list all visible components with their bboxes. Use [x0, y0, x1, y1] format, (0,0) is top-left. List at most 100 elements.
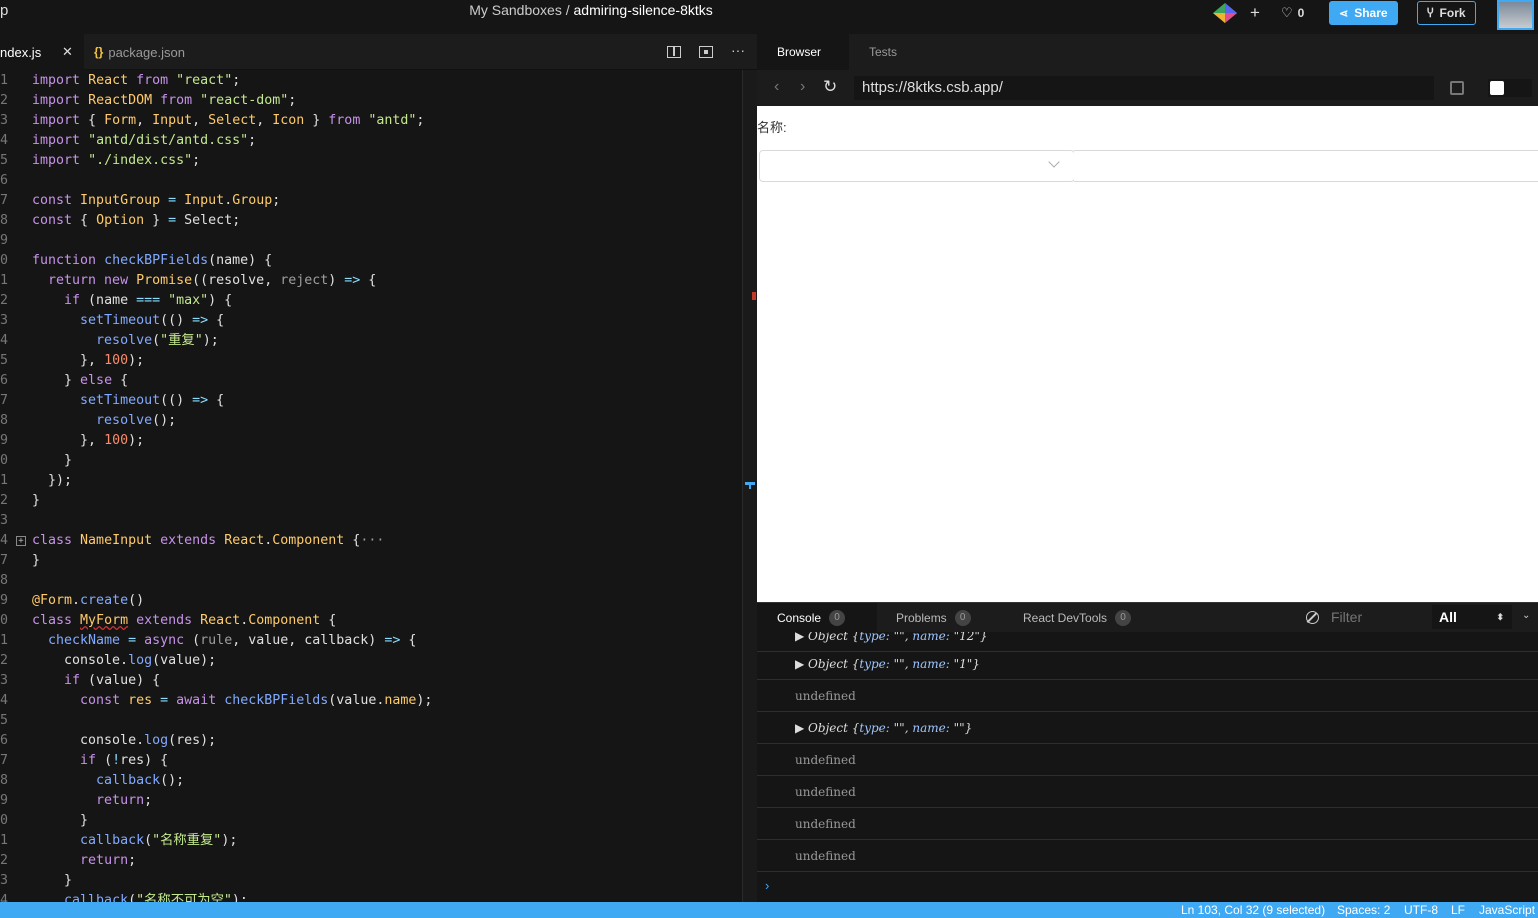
code-line[interactable]: 7 const InputGroup = Input.Group; — [0, 191, 742, 211]
share-button[interactable]: ⋖ Share — [1329, 0, 1398, 26]
indentation[interactable]: Spaces: 2 — [1337, 903, 1390, 917]
preview-toggle-icon[interactable] — [699, 46, 713, 58]
code-line[interactable]: 1 import React from "react"; — [0, 71, 742, 91]
object-entry[interactable]: ▶ Object {type: "", name: ""} — [795, 712, 972, 744]
code-line[interactable]: 8 const { Option } = Select; — [0, 211, 742, 231]
line-number: 7 — [0, 193, 9, 208]
tab-react-devtools[interactable]: React DevTools 0 — [1023, 603, 1132, 632]
forward-icon[interactable]: › — [800, 78, 805, 96]
code-line[interactable]: 4 + class NameInput extends React.Componen… — [0, 531, 742, 551]
line-ending[interactable]: LF — [1451, 903, 1465, 917]
sandbox-name[interactable]: admiring-silence-8ktks — [574, 2, 713, 18]
code-line[interactable]: 7} — [0, 551, 742, 571]
code-line[interactable]: 5 import "./index.css"; — [0, 151, 742, 171]
code-line[interactable]: 2 return; — [0, 851, 742, 871]
back-icon[interactable]: ‹ — [774, 78, 779, 96]
code-line[interactable]: 0 class MyForm extends React.Component { — [0, 611, 742, 631]
avatar[interactable] — [1497, 0, 1534, 30]
chevron-down-icon[interactable]: ⌄ — [1522, 610, 1530, 621]
code-line[interactable]: 0 } — [0, 451, 742, 471]
clear-console-icon[interactable] — [1306, 611, 1319, 624]
language-mode[interactable]: JavaScript — [1479, 903, 1535, 917]
close-icon[interactable]: ✕ — [62, 44, 73, 60]
code-line[interactable]: 0 function checkBPFields(name) { — [0, 251, 742, 271]
code-line[interactable]: 3 import { Form, Input, Select, Icon } fr… — [0, 111, 742, 131]
code-line[interactable]: 4 import "antd/dist/antd.css"; — [0, 131, 742, 151]
code-line[interactable]: 2} — [0, 491, 742, 511]
like-button[interactable]: ♡ 0 — [1281, 0, 1304, 26]
code-line[interactable]: 9 return; — [0, 791, 742, 811]
code-line[interactable]: 6 console.log(res); — [0, 731, 742, 751]
code-line[interactable]: 6 — [0, 171, 742, 191]
object-entry[interactable]: ▶ Object {type: "", name: "1"} — [795, 648, 980, 680]
name-value: "" — [953, 721, 965, 735]
line-number: 1 — [0, 633, 9, 648]
undefined-entry: undefined — [795, 753, 856, 767]
code-line[interactable]: 4 const res = await checkBPFields(value.… — [0, 691, 742, 711]
undefined-entry: undefined — [795, 849, 856, 863]
type-select[interactable] — [759, 150, 1075, 182]
console-tabs: Console 0 Problems 0 React DevTools 0 All ⬍… — [757, 602, 1538, 632]
code-line[interactable]: 2 import ReactDOM from "react-dom"; — [0, 91, 742, 111]
code-line[interactable]: 8 resolve(); — [0, 411, 742, 431]
filter-input[interactable] — [1331, 607, 1431, 627]
code-line[interactable]: 9 — [0, 231, 742, 251]
breadcrumb[interactable]: My Sandboxes / — [469, 2, 573, 18]
code-line[interactable]: 4 resolve("重复"); — [0, 331, 742, 351]
encoding[interactable]: UTF-8 — [1404, 903, 1438, 917]
expand-fold-icon[interactable]: + — [16, 536, 26, 546]
editor-scrollbar[interactable] — [742, 70, 757, 902]
tab-browser[interactable]: Browser — [757, 34, 849, 70]
tab-tests[interactable]: Tests — [869, 34, 897, 70]
json-icon: {} — [94, 45, 104, 59]
cursor-position[interactable]: Ln 103, Col 32 (9 selected) — [1181, 903, 1325, 917]
code-line[interactable]: 3 setTimeout(() => { — [0, 311, 742, 331]
code-line[interactable]: 1 return new Promise((resolve, reject) =… — [0, 271, 742, 291]
code-line[interactable]: 8 — [0, 571, 742, 591]
code-line[interactable]: 4 callback("名称不可为空"); — [0, 891, 742, 902]
code-line[interactable]: 1 checkName = async (rule, value, callba… — [0, 631, 742, 651]
code-text: } — [32, 553, 41, 568]
line-number: 0 — [0, 613, 9, 628]
code-line[interactable]: 7 if (!res) { — [0, 751, 742, 771]
code-line[interactable]: 5 — [0, 711, 742, 731]
code-line[interactable]: 9 @Form.create() — [0, 591, 742, 611]
code-line[interactable]: 6 } else { — [0, 371, 742, 391]
fork-icon: Ⴤ — [1427, 7, 1434, 20]
console-prompt[interactable]: › — [765, 878, 769, 893]
code-line[interactable]: 7 setTimeout(() => { — [0, 391, 742, 411]
undefined-entry: undefined — [795, 817, 856, 831]
fork-button[interactable]: Ⴤ Fork — [1417, 0, 1476, 26]
level-select[interactable]: All ⬍ — [1432, 605, 1512, 629]
code-line[interactable]: 0 } — [0, 811, 742, 831]
code-line[interactable]: 3 } — [0, 871, 742, 891]
name-input[interactable] — [1074, 150, 1538, 182]
code-text: resolve(); — [96, 413, 177, 428]
code-line[interactable]: 2 console.log(value); — [0, 651, 742, 671]
top-bar: p My Sandboxes / admiring-silence-8ktks … — [0, 0, 1538, 34]
console-row: undefined — [757, 776, 1538, 808]
code-text: } — [32, 813, 89, 828]
tab-index-js[interactable]: ndex.js ✕ — [0, 34, 84, 70]
collab-icon[interactable] — [1212, 0, 1238, 26]
code-line[interactable]: 9 }, 100); — [0, 431, 742, 451]
toggle-icon[interactable] — [1488, 79, 1532, 97]
code-line[interactable]: 8 callback(); — [0, 771, 742, 791]
refresh-icon[interactable]: ↻ — [823, 77, 837, 97]
code-line[interactable]: 3 if (value) { — [0, 671, 742, 691]
tab-console[interactable]: Console 0 — [757, 603, 877, 632]
add-icon[interactable]: + — [1250, 0, 1260, 26]
tab-package-json[interactable]: {} package.json — [94, 34, 185, 70]
code-line[interactable]: 1 callback("名称重复"); — [0, 831, 742, 851]
code-line[interactable]: 2 if (name === "max") { — [0, 291, 742, 311]
url-input[interactable]: https://8ktks.csb.app/ — [854, 76, 1434, 100]
code-line[interactable]: 1 }); — [0, 471, 742, 491]
code-editor[interactable]: 1 import React from "react"; 2 import React… — [0, 70, 742, 902]
split-editor-icon[interactable] — [667, 46, 681, 58]
fork-label: Fork — [1439, 6, 1466, 20]
code-line[interactable]: 5 }, 100); — [0, 351, 742, 371]
open-new-window-icon[interactable] — [1450, 81, 1464, 95]
code-line[interactable]: 3 — [0, 511, 742, 531]
tab-problems[interactable]: Problems 0 — [896, 603, 971, 632]
more-icon[interactable]: ··· — [731, 42, 745, 58]
